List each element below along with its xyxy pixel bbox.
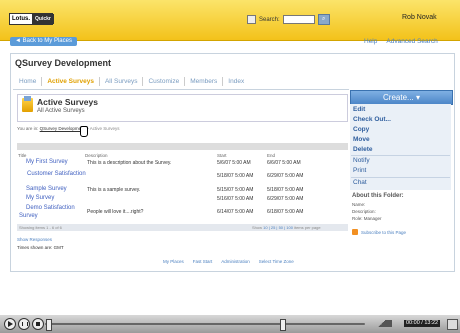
chat-action[interactable]: Chat <box>353 179 367 186</box>
actions-divider <box>351 177 450 178</box>
copy-action[interactable]: Copy <box>353 126 369 133</box>
breadcrumb: You are in: QSurvey Development > Active… <box>17 126 120 131</box>
fullscreen-icon[interactable] <box>447 319 458 330</box>
tab-divider <box>13 89 349 90</box>
survey-start: 5/6/07 5:00 AM <box>217 160 251 166</box>
search-input[interactable] <box>282 15 315 24</box>
user-name[interactable]: Rob Novak <box>402 14 437 21</box>
breadcrumb-parent-link[interactable]: QSurvey Development <box>40 126 85 131</box>
pager-bar: Showing items 1 - 6 of 6 Show 10 | 25 | … <box>17 224 348 231</box>
tab-index[interactable]: Index <box>223 77 249 86</box>
survey-title-link[interactable]: Customer Satisfaction <box>26 170 86 178</box>
tab-home[interactable]: Home <box>14 77 43 86</box>
folder-icon <box>22 96 33 112</box>
footer-administration-link[interactable]: Administration <box>221 259 250 264</box>
col-header-start[interactable]: Start <box>217 153 227 158</box>
survey-start: 5/18/07 5:00 AM <box>217 173 254 179</box>
survey-end: 6/18/07 5:00 AM <box>267 209 304 215</box>
tab-customize[interactable]: Customize <box>143 77 186 86</box>
table-toolbar <box>17 143 348 150</box>
delete-action[interactable]: Delete <box>353 146 373 153</box>
playback-time: 00:00 / 13:22 <box>404 320 441 327</box>
survey-description: People will love it....right? <box>87 209 144 215</box>
folder-name: Name: <box>352 202 366 207</box>
tab-bar: Home Active Surveys All Surveys Customiz… <box>14 77 249 86</box>
survey-title-link[interactable]: My First Survey <box>26 159 68 165</box>
advanced-search-link[interactable]: Advanced Search <box>386 38 437 45</box>
survey-title-link[interactable]: My Survey <box>26 195 54 201</box>
rss-icon <box>352 229 358 235</box>
footer-links: My Places Fast Start Administration Sele… <box>163 259 294 264</box>
page-title: QSurvey Development <box>15 58 112 68</box>
section-title: Active Surveys <box>37 97 98 107</box>
survey-description: This is a description about the Survey. <box>87 160 172 166</box>
footer-my-places-link[interactable]: My Places <box>163 259 184 264</box>
breadcrumb-prefix: You are in: <box>17 126 39 131</box>
timezone-note: Times shown are: GMT <box>17 245 64 250</box>
actions-panel: Edit Check Out... Copy Move Delete Notif… <box>350 104 451 190</box>
search-go-button[interactable]: ⌕ <box>317 14 330 25</box>
pager-per-page-label: items per page <box>294 225 321 230</box>
pager-showing: Showing items 1 - 6 of 6 <box>19 225 62 230</box>
top-links: Help Advanced Search <box>364 38 438 45</box>
survey-end: 6/29/07 5:00 AM <box>267 173 304 179</box>
logo-product: Quickr <box>32 14 54 24</box>
col-header-description[interactable]: Description <box>85 153 108 158</box>
search-scope-icon[interactable] <box>247 15 256 24</box>
survey-title-link[interactable]: Demo Satisfaction Survey <box>19 204 89 220</box>
pager-options: Show 10 | 25 | 50 | 100 items per page <box>252 225 321 230</box>
edit-action[interactable]: Edit <box>353 106 365 113</box>
stop-icon[interactable] <box>32 318 44 330</box>
back-to-my-places-button[interactable]: ◄ Back to My Places <box>10 37 77 46</box>
tab-active-surveys[interactable]: Active Surveys <box>42 77 100 86</box>
footer-fast-start-link[interactable]: Fast Start <box>193 259 213 264</box>
tab-members[interactable]: Members <box>185 77 224 86</box>
survey-title-link[interactable]: Sample Survey <box>26 186 67 192</box>
notify-action[interactable]: Notify <box>353 157 370 164</box>
lotus-quickr-logo: Lotus. Quickr <box>9 13 54 25</box>
survey-end: 6/29/07 5:00 AM <box>267 196 304 202</box>
breadcrumb-current: > Active Surveys <box>86 126 120 131</box>
actions-divider <box>351 155 450 156</box>
survey-start: 5/15/07 5:00 AM <box>217 187 254 193</box>
folder-description: Description: <box>352 209 376 214</box>
check-out-action[interactable]: Check Out... <box>353 116 391 123</box>
top-bar <box>0 0 460 41</box>
footer-select-time-zone-link[interactable]: Select Time Zone <box>259 259 294 264</box>
survey-description: This is a sample survey. <box>87 187 141 193</box>
survey-start: 5/16/07 5:00 AM <box>217 196 254 202</box>
pager-show-label: Show <box>252 225 263 230</box>
volume-icon[interactable] <box>372 320 392 327</box>
survey-start: 6/14/07 5:00 AM <box>217 209 254 215</box>
folder-info-title: About this Folder: <box>352 193 404 199</box>
create-button-label: Create... <box>383 93 414 102</box>
search-area: Search: ⌕ <box>247 14 330 25</box>
print-action[interactable]: Print <box>353 167 366 174</box>
col-header-end[interactable]: End <box>267 153 275 158</box>
subscribe-label: Subscribe to this Page <box>361 229 407 235</box>
survey-end: 5/18/07 5:00 AM <box>267 187 304 193</box>
logo-brand: Lotus. <box>12 16 30 22</box>
seek-track[interactable] <box>45 323 365 325</box>
col-header-title[interactable]: Title <box>18 153 26 158</box>
mouse-cursor-icon <box>80 126 88 137</box>
folder-role: Role: Manager <box>352 216 382 221</box>
show-responses-link[interactable]: Show Responses <box>17 237 52 242</box>
create-button[interactable]: Create... ▾ <box>350 90 453 105</box>
subscribe-link[interactable]: Subscribe to this Page <box>352 229 406 235</box>
pager-page-size-links[interactable]: 10 | 25 | 50 | 100 <box>263 225 293 230</box>
seek-handle[interactable] <box>46 319 52 331</box>
seek-marker[interactable] <box>280 319 286 331</box>
tab-all-surveys[interactable]: All Surveys <box>100 77 144 86</box>
play-icon[interactable] <box>4 318 16 330</box>
section-subtitle: All Active Surveys <box>37 108 85 114</box>
pause-icon[interactable] <box>18 318 30 330</box>
move-action[interactable]: Move <box>353 136 370 143</box>
search-label: Search: <box>259 16 280 23</box>
help-link[interactable]: Help <box>364 38 377 45</box>
survey-end: 6/6/07 5:00 AM <box>267 160 301 166</box>
chevron-down-icon: ▾ <box>415 93 420 102</box>
